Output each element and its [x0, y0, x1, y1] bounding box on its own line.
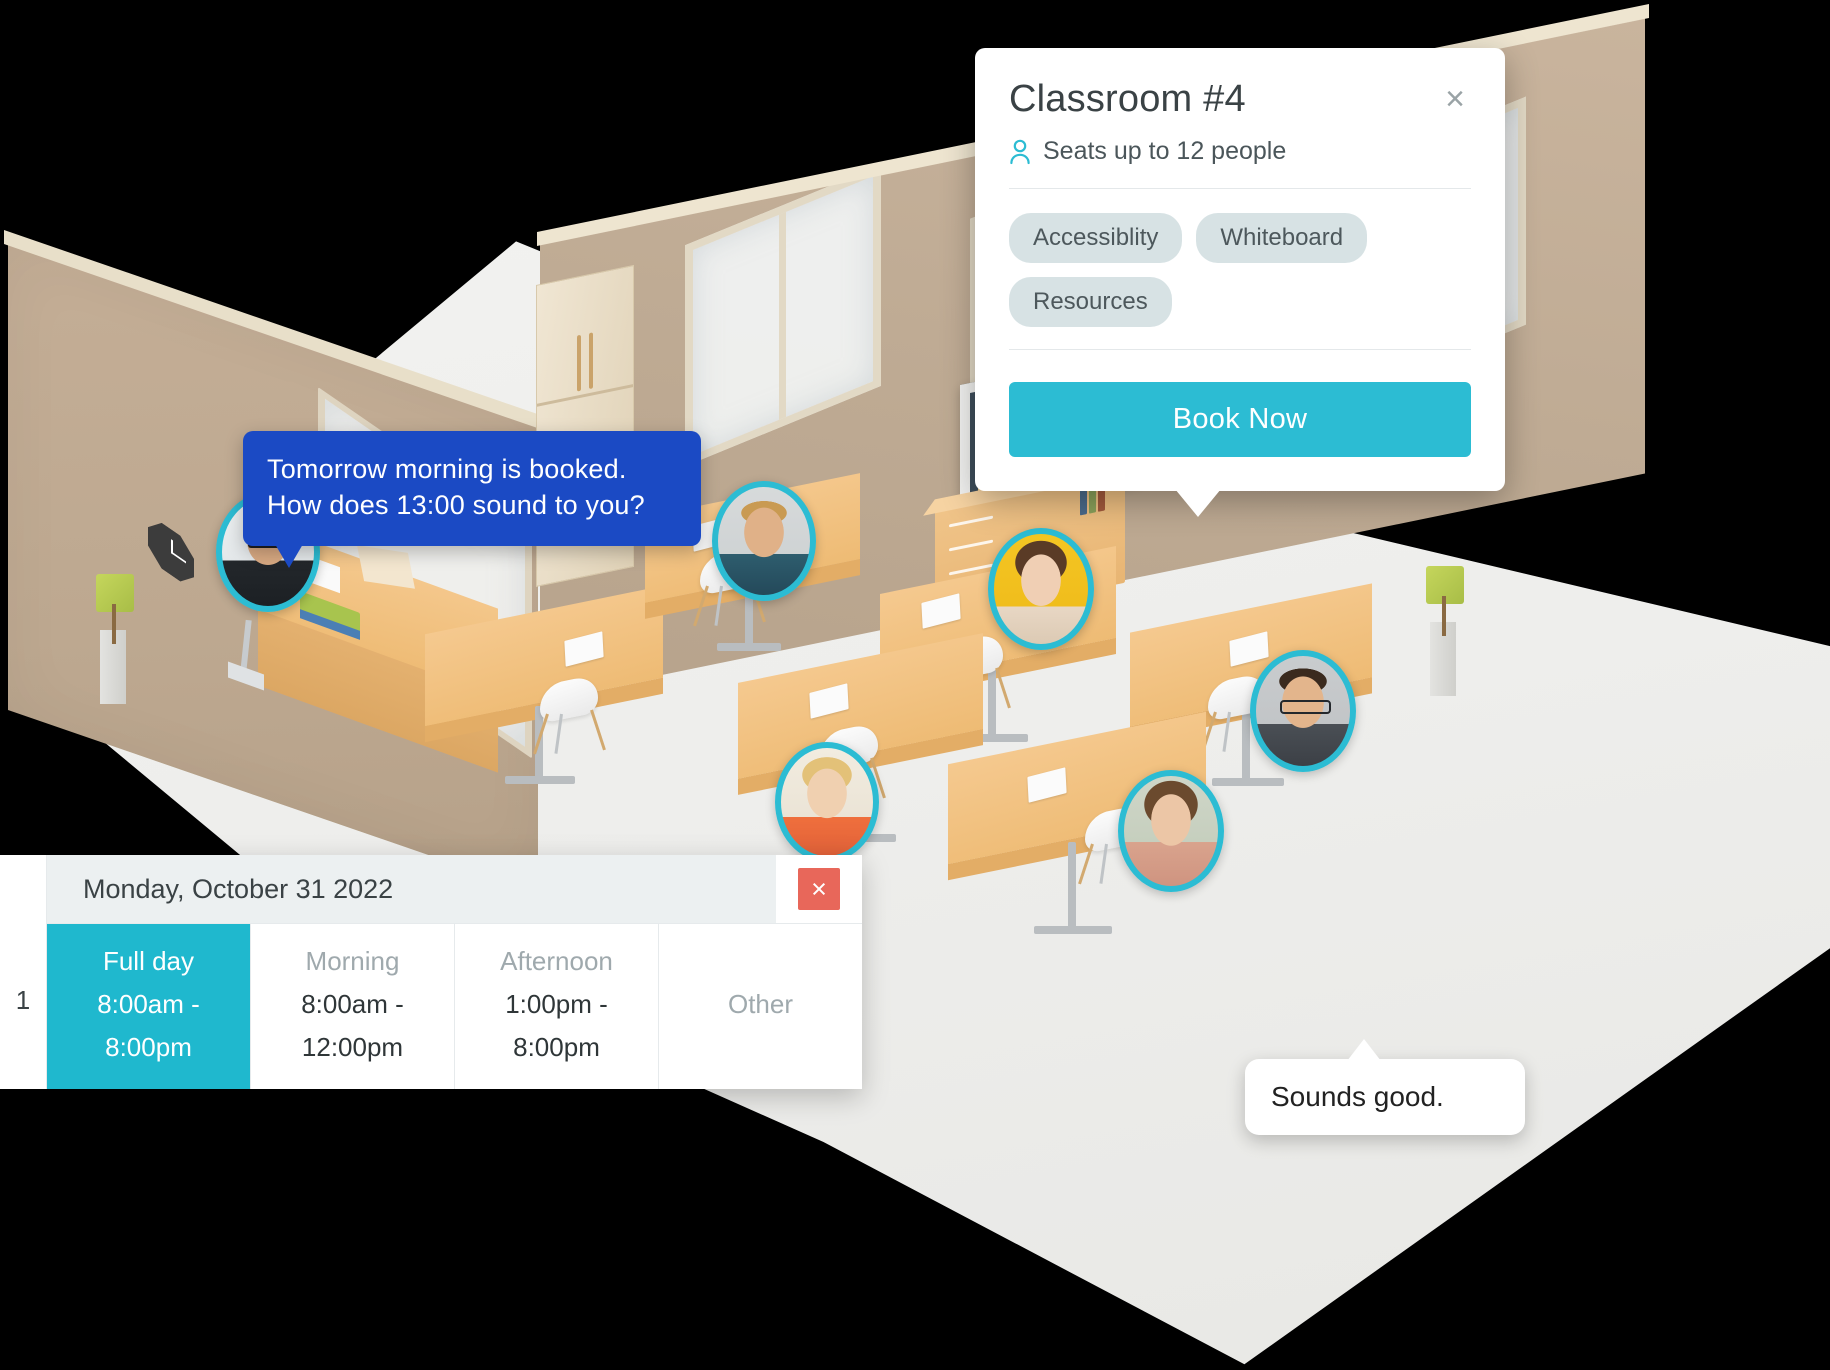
avatar-student-2[interactable]: [988, 528, 1094, 650]
card-tail: [1175, 489, 1221, 517]
slot-full-day[interactable]: Full day 8:00am - 8:00pm: [47, 924, 251, 1089]
avatar-face: [994, 534, 1088, 644]
booking-row-number: 1: [0, 855, 47, 1089]
amenity-chip-resources[interactable]: Resources: [1009, 277, 1172, 327]
divider-top: [1009, 188, 1471, 189]
plant-left: [96, 574, 134, 704]
slot-time-start: 1:00pm -: [505, 989, 608, 1019]
divider-bottom: [1009, 349, 1471, 350]
avatar-student-5[interactable]: [1118, 770, 1224, 892]
classroom-3d-scene: [0, 4, 1830, 1370]
avatar-student-3[interactable]: [1250, 650, 1356, 772]
window-back-1: [685, 164, 881, 467]
agent-message-bubble: Tomorrow morning is booked. How does 13:…: [243, 431, 701, 568]
bubble-tail: [1347, 1039, 1381, 1061]
avatar-face: [781, 748, 873, 856]
wall-clock-icon: [148, 513, 194, 591]
chair-1: [533, 674, 606, 755]
slot-name: Other: [727, 989, 794, 1019]
seats-capacity-text: Seats up to 12 people: [1043, 137, 1287, 165]
agent-message-line-2: How does 13:00 sound to you?: [267, 490, 645, 521]
seats-capacity-row: Seats up to 12 people: [1009, 137, 1471, 166]
booking-date: Monday, October 31 2022: [83, 873, 394, 904]
amenity-chip-list: Accessiblity Whiteboard Resources: [1009, 213, 1471, 327]
slot-afternoon[interactable]: Afternoon 1:00pm - 8:00pm: [455, 924, 659, 1089]
slot-name: Full day: [102, 946, 195, 976]
slot-time-end: 8:00pm: [105, 1032, 192, 1062]
amenity-chip-accessiblity[interactable]: Accessiblity: [1009, 213, 1183, 263]
avatar-glasses-icon: [1279, 700, 1331, 714]
amenity-chip-whiteboard[interactable]: Whiteboard: [1196, 213, 1368, 263]
plant-right: [1426, 566, 1464, 696]
booking-panel-body: Monday, October 31 2022 × Full day 8:00a…: [47, 855, 862, 1089]
slot-morning[interactable]: Morning 8:00am - 12:00pm: [251, 924, 455, 1089]
close-icon[interactable]: ×: [1439, 78, 1471, 120]
slot-time-start: 8:00am -: [301, 989, 404, 1019]
slot-name: Morning: [305, 946, 400, 976]
person-icon: [1009, 139, 1031, 165]
slot-time-start: 8:00am -: [97, 989, 200, 1019]
book-now-button[interactable]: Book Now: [1009, 382, 1471, 457]
avatar-student-4[interactable]: [775, 742, 879, 862]
bubble-tail: [275, 543, 303, 568]
slot-name: Afternoon: [500, 946, 613, 976]
booking-close-wrap: ×: [776, 855, 862, 923]
slot-other[interactable]: Other: [659, 924, 862, 1089]
booking-panel: 1 Monday, October 31 2022 × Full day 8:0…: [0, 855, 862, 1089]
user-message-bubble: Sounds good.: [1245, 1039, 1525, 1135]
card-header: Classroom #4 ×: [1009, 78, 1471, 121]
slot-time-end: 12:00pm: [301, 1032, 404, 1062]
avatar-face: [1124, 776, 1218, 886]
avatar-student-1[interactable]: [712, 481, 816, 601]
agent-message-line-1: Tomorrow morning is booked.: [267, 454, 627, 484]
booking-panel-header: Monday, October 31 2022 ×: [47, 855, 862, 923]
user-message-text: Sounds good.: [1271, 1081, 1444, 1112]
booking-slot-list: Full day 8:00am - 8:00pm Morning 8:00am …: [47, 923, 862, 1089]
slot-time-end: 8:00pm: [513, 1032, 600, 1062]
screenshot-stage: Tomorrow morning is booked. How does 13:…: [0, 0, 1830, 1370]
room-info-card: Classroom #4 × Seats up to 12 people Acc…: [975, 48, 1505, 517]
avatar-face: [718, 487, 810, 595]
close-icon[interactable]: ×: [798, 868, 840, 910]
page-title: Classroom #4: [1009, 78, 1246, 120]
